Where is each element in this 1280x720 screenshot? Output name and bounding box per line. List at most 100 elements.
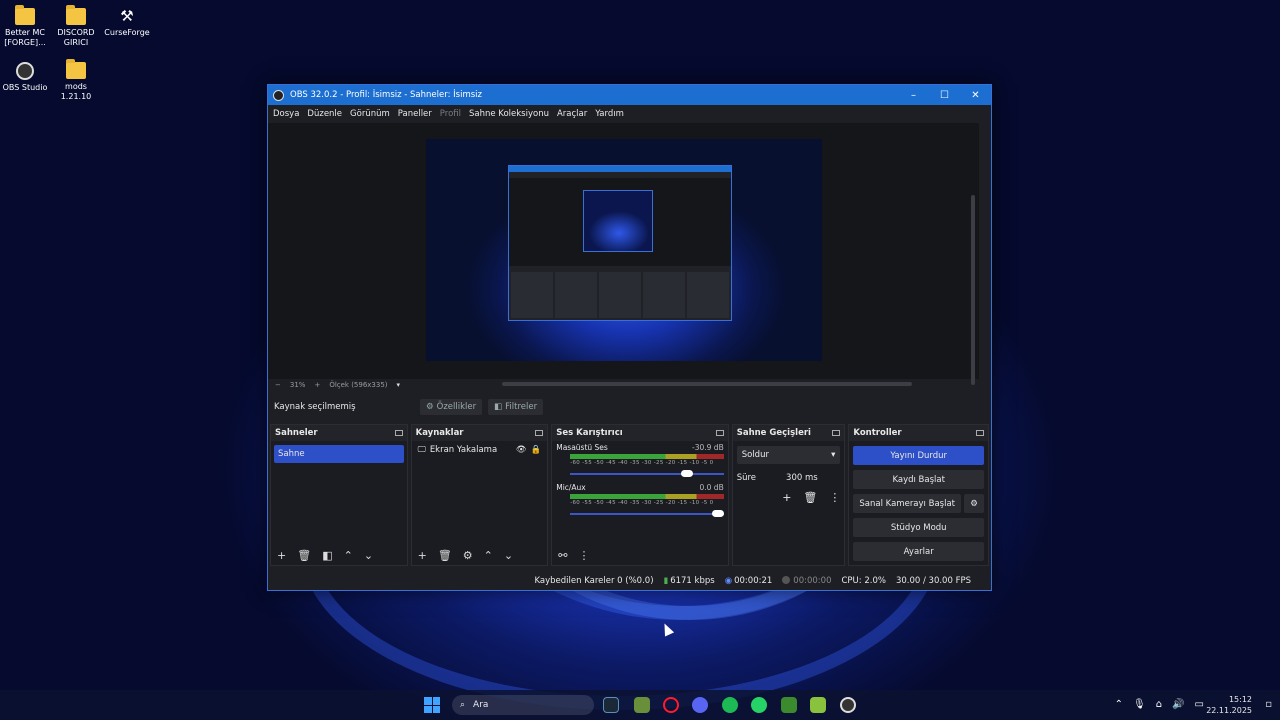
undock-icon[interactable] (832, 430, 841, 436)
zoom-out-button[interactable]: − (275, 381, 281, 389)
controls-dock: Kontroller Yayını Durdur Kaydı Başlat Sa… (848, 424, 989, 566)
gear-icon: ⚙ (426, 402, 434, 412)
channel-db: 0.0 dB (699, 483, 724, 492)
zoom-level: 31% (289, 381, 306, 389)
desktop-icon-better-mc[interactable]: Better MC [FORGE]... (0, 5, 50, 48)
obs-window: OBS 32.0.2 - Profil: İsimsiz - Sahneler:… (267, 84, 992, 591)
desktop-icon-mods[interactable]: mods 1.21.10 (51, 59, 101, 102)
clock-time: 15:12 (1228, 695, 1252, 704)
lock-icon[interactable]: 🔒 (531, 445, 542, 455)
properties-button[interactable]: ⚙ Özellikler (420, 399, 483, 415)
duration-input[interactable]: 300 ms (766, 470, 841, 486)
opera-icon[interactable] (663, 697, 679, 713)
link-icon[interactable]: ⚯ (558, 549, 567, 562)
chevron-down-icon[interactable]: ▾ (397, 381, 401, 389)
more-icon[interactable]: ⋮ (829, 491, 840, 504)
steam-icon[interactable] (603, 697, 619, 713)
audio-meter (570, 454, 724, 459)
start-recording-button[interactable]: Kaydı Başlat (853, 470, 984, 489)
menu-bar: Dosya Düzenle Görünüm Paneller Profil Sa… (268, 105, 991, 123)
preview-horizontal-scrollbar[interactable] (502, 382, 912, 386)
menu-gorunum[interactable]: Görünüm (350, 109, 390, 119)
minecraft-icon[interactable] (781, 697, 797, 713)
scene-item[interactable]: Sahne (274, 445, 404, 463)
more-icon[interactable]: ⋮ (578, 549, 589, 562)
close-button[interactable]: ✕ (960, 90, 991, 101)
trash-icon[interactable]: 🗑 (438, 549, 452, 562)
game-icon[interactable] (810, 697, 826, 713)
undock-icon[interactable] (394, 430, 403, 436)
source-item[interactable]: 🖵 Ekran Yakalama 👁 🔒 (412, 441, 548, 459)
menu-dosya[interactable]: Dosya (273, 109, 299, 119)
trash-icon[interactable]: 🗑 (297, 549, 311, 562)
desktop-icon-discord-girici[interactable]: DISCORD GIRICI (51, 5, 101, 48)
obs-logo-icon (273, 89, 284, 101)
add-icon[interactable]: + (782, 491, 791, 504)
clock[interactable]: 15:12 22.11.2025 (1206, 694, 1252, 716)
settings-button[interactable]: Ayarlar (853, 542, 984, 561)
zoom-bar: − 31% + Ölçek (596x335) ▾ (268, 379, 979, 391)
taskbar-search[interactable]: ⌕ Ara (452, 695, 594, 715)
add-icon[interactable]: + (418, 549, 427, 562)
chevron-up-icon[interactable]: ⌃ (344, 549, 353, 562)
taskbar: ⌕ Ara ⌃ 🎙 ⌂ 🔊 ▭ 15:12 22.11.2025 ▫ (0, 690, 1280, 720)
spotify-icon[interactable] (722, 697, 738, 713)
menu-profil[interactable]: Profil (440, 109, 461, 119)
menu-sahne-koleksiyonu[interactable]: Sahne Koleksiyonu (469, 109, 549, 119)
desktop-icon-curseforge[interactable]: ⚒ CurseForge (102, 8, 152, 38)
studio-mode-button[interactable]: Stüdyo Modu (853, 518, 984, 537)
minecraft-launcher-icon[interactable] (634, 697, 650, 713)
transition-select[interactable]: Soldur ▾ (736, 446, 841, 464)
menu-duzenle[interactable]: Düzenle (307, 109, 342, 119)
menu-paneller[interactable]: Paneller (398, 109, 432, 119)
volume-slider[interactable] (570, 509, 725, 519)
channel-name: Masaüstü Ses (556, 443, 608, 452)
dropped-frames: Kaybedilen Kareler 0 (%0.0) (534, 576, 654, 586)
preview-vertical-scrollbar[interactable] (971, 195, 975, 385)
minimize-button[interactable]: – (898, 90, 929, 101)
obs-taskbar-icon[interactable] (840, 697, 856, 713)
zoom-in-button[interactable]: + (314, 381, 320, 389)
notification-icon[interactable]: ▫ (1265, 699, 1272, 710)
window-titlebar[interactable]: OBS 32.0.2 - Profil: İsimsiz - Sahneler:… (268, 85, 991, 105)
gear-icon[interactable]: ⚙ (463, 549, 473, 562)
mixer-title: Ses Karıştırıcı (556, 428, 623, 438)
trash-icon[interactable]: 🗑 (803, 491, 817, 504)
undock-icon[interactable] (715, 430, 724, 436)
microphone-icon[interactable]: 🎙 (1133, 699, 1146, 710)
chevron-up-icon[interactable]: ⌃ (1115, 699, 1123, 710)
undock-icon[interactable] (535, 430, 544, 436)
menu-araclar[interactable]: Araçlar (557, 109, 587, 119)
window-title: OBS 32.0.2 - Profil: İsimsiz - Sahneler:… (290, 90, 482, 100)
chevron-up-icon[interactable]: ⌃ (484, 549, 493, 562)
virtual-camera-button[interactable]: Sanal Kamerayı Başlat (853, 494, 961, 513)
volume-slider[interactable] (570, 469, 724, 479)
discord-icon[interactable] (692, 697, 708, 713)
stop-stream-button[interactable]: Yayını Durdur (853, 446, 984, 465)
audio-mixer-dock: Ses Karıştırıcı Masaüstü Ses -30.9 dB -60… (551, 424, 729, 566)
filters-button[interactable]: ◧ Filtreler (488, 399, 544, 415)
cpu-usage: CPU: 2.0% (841, 576, 886, 586)
gear-icon[interactable]: ⚙ (964, 494, 984, 513)
eye-icon[interactable]: 👁 (516, 445, 527, 455)
desktop-icon-obs-studio[interactable]: OBS Studio (0, 62, 50, 93)
volume-knob[interactable] (680, 470, 693, 477)
network-icon[interactable]: ⌂ (1156, 699, 1162, 710)
volume-icon[interactable]: 🔊 (1172, 699, 1184, 710)
menu-yardim[interactable]: Yardım (595, 109, 624, 119)
chevron-down-icon[interactable]: ⌄ (504, 549, 513, 562)
preview-area[interactable] (268, 123, 979, 385)
undock-icon[interactable] (976, 430, 984, 436)
filter-icon[interactable]: ◧ (322, 549, 332, 562)
search-icon: ⌕ (460, 700, 466, 710)
battery-icon[interactable]: ▭ (1195, 699, 1204, 710)
whatsapp-icon[interactable] (751, 697, 767, 713)
maximize-button[interactable]: ☐ (929, 90, 960, 101)
windows-start-icon[interactable] (424, 697, 440, 713)
audio-meter (570, 494, 724, 499)
add-icon[interactable]: + (277, 549, 286, 562)
obs-icon (16, 62, 34, 80)
stream-icon: ◉ (724, 576, 733, 586)
volume-knob[interactable] (712, 510, 725, 517)
chevron-down-icon[interactable]: ⌄ (364, 549, 373, 562)
